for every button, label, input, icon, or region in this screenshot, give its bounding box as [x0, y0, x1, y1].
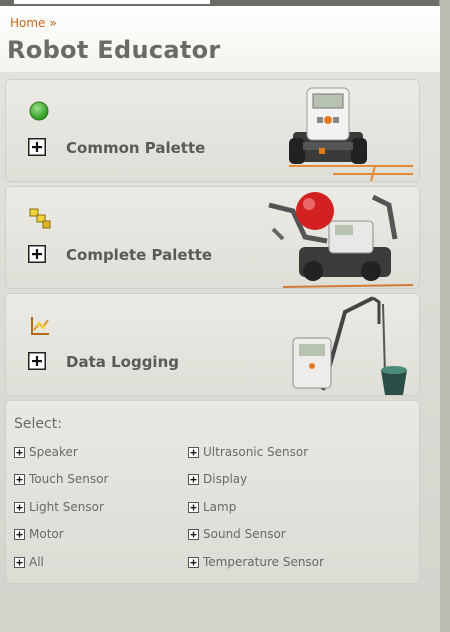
nxt-data-logging-image: [292, 296, 407, 395]
breadcrumb-home-link[interactable]: Home: [10, 16, 45, 30]
card-common-palette[interactable]: Common Palette: [5, 79, 420, 182]
page-header: Home » Robot Educator: [0, 6, 440, 72]
sensor-label: Motor: [29, 527, 64, 541]
sensor-label: Speaker: [29, 445, 78, 459]
sensor-item-display[interactable]: Display: [188, 471, 247, 487]
sensor-item-sound-sensor[interactable]: Sound Sensor: [188, 526, 286, 542]
sensor-label: Touch Sensor: [29, 472, 109, 486]
sensor-label: Temperature Sensor: [203, 555, 324, 569]
sensor-label: Display: [203, 472, 248, 486]
sensor-label: Ultrasonic Sensor: [203, 445, 309, 459]
yellow-blocks-icon: [29, 208, 51, 229]
sensor-label: Sound Sensor: [203, 527, 286, 541]
common-palette-label[interactable]: Common Palette: [66, 139, 205, 157]
nxt-robot-image: [289, 87, 413, 181]
expand-plus-icon[interactable]: [28, 138, 46, 156]
plus-icon: [188, 501, 199, 513]
expand-plus-icon[interactable]: [28, 245, 46, 263]
breadcrumb: Home »: [10, 16, 57, 30]
sensor-select-panel: Select: Speaker Touch Sensor Light Senso…: [5, 400, 420, 584]
data-logging-label[interactable]: Data Logging: [66, 353, 179, 371]
sensor-label: Light Sensor: [29, 500, 104, 514]
breadcrumb-separator: »: [49, 16, 57, 30]
plus-icon: [188, 473, 199, 485]
sensor-item-lamp[interactable]: Lamp: [188, 499, 236, 515]
plus-icon: [188, 528, 199, 540]
sensor-item-temperature-sensor[interactable]: Temperature Sensor: [188, 554, 324, 570]
sensor-item-speaker[interactable]: Speaker: [14, 444, 78, 460]
plus-icon: [14, 528, 25, 540]
data-logging-icon: [31, 317, 49, 335]
sensor-item-motor[interactable]: Motor: [14, 526, 64, 542]
vertical-scrollbar[interactable]: [439, 0, 450, 632]
plus-icon: [188, 446, 199, 458]
nxt-ball-robot-image: [268, 192, 413, 288]
green-circle-icon: [29, 101, 49, 121]
plus-icon: [14, 556, 25, 568]
sensor-item-light-sensor[interactable]: Light Sensor: [14, 499, 104, 515]
top-tab-notch: [14, 0, 210, 4]
complete-palette-label[interactable]: Complete Palette: [66, 246, 212, 264]
plus-icon: [188, 556, 199, 568]
sensor-item-touch-sensor[interactable]: Touch Sensor: [14, 471, 108, 487]
main-content: Home » Robot Educator Common Palette Comp…: [0, 6, 440, 632]
page-title: Robot Educator: [7, 36, 221, 64]
card-complete-palette[interactable]: Complete Palette: [5, 186, 420, 289]
expand-plus-icon[interactable]: [28, 352, 46, 370]
plus-icon: [14, 446, 25, 458]
plus-icon: [14, 501, 25, 513]
plus-icon: [14, 473, 25, 485]
sensor-item-all[interactable]: All: [14, 554, 44, 570]
select-title: Select:: [14, 416, 62, 432]
sensor-label: Lamp: [203, 500, 237, 514]
sensor-label: All: [29, 555, 44, 569]
sensor-item-ultrasonic-sensor[interactable]: Ultrasonic Sensor: [188, 444, 308, 460]
card-data-logging[interactable]: Data Logging: [5, 293, 420, 396]
